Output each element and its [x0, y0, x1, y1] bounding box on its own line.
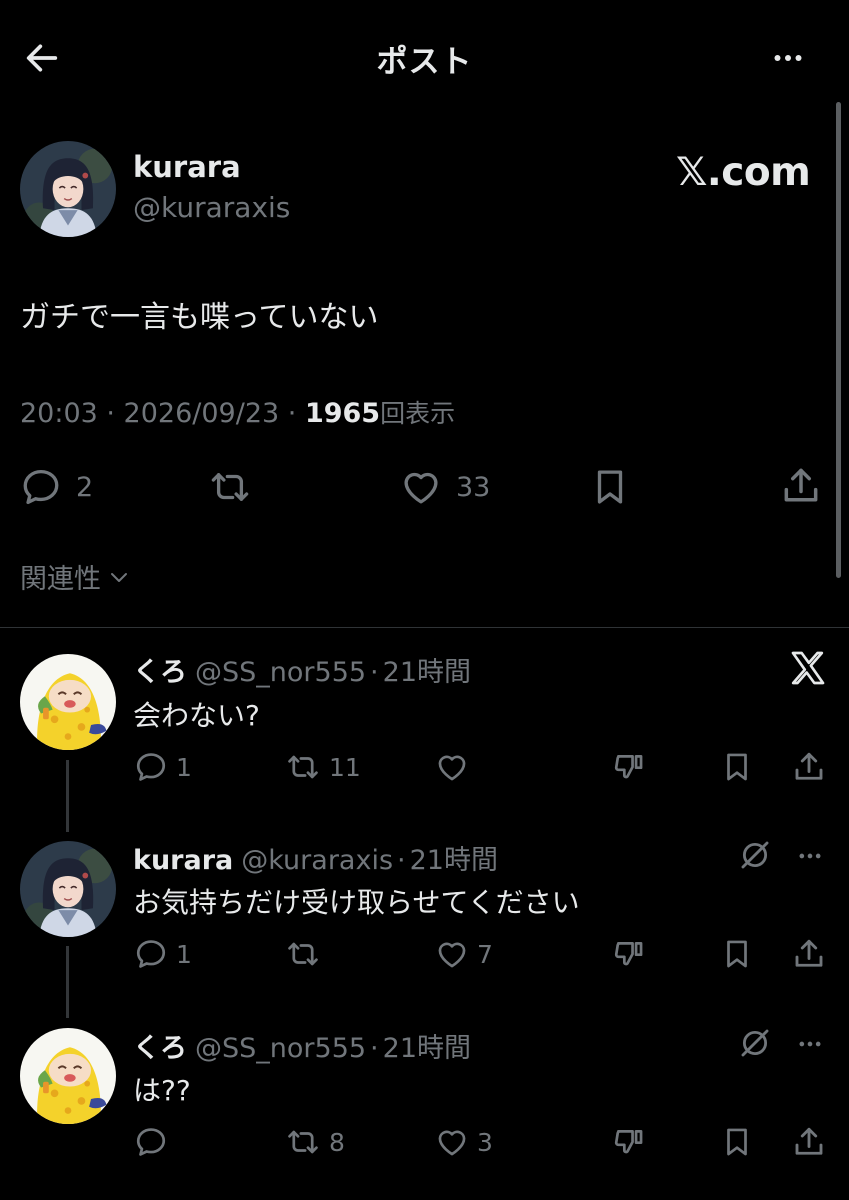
dislike-icon	[612, 750, 646, 784]
reply-name[interactable]: くろ	[133, 1033, 187, 1064]
heart-icon	[400, 466, 442, 508]
reply-icon	[134, 937, 168, 971]
repost-button[interactable]: 11	[285, 750, 361, 784]
heart-icon	[435, 937, 469, 971]
dislike-button[interactable]	[612, 1125, 646, 1159]
repost-icon	[285, 750, 321, 784]
repost-icon	[285, 1125, 321, 1159]
share-button[interactable]	[791, 936, 827, 972]
bookmark-button[interactable]	[720, 1125, 754, 1159]
bookmark-icon	[589, 466, 631, 508]
bookmark-button[interactable]	[589, 466, 631, 508]
reply-name[interactable]: くろ	[133, 657, 187, 688]
reply-avatar[interactable]	[20, 841, 116, 937]
reply-button[interactable]	[134, 1125, 176, 1159]
share-icon	[791, 749, 827, 785]
top-bar: ポスト	[0, 0, 849, 112]
like-count: 3	[477, 1127, 493, 1157]
post-meta: 20:03 · 2026/09/23 · 1965回表示	[20, 394, 455, 430]
reply-separator: ·	[370, 657, 379, 688]
bookmark-icon	[720, 1125, 754, 1159]
heart-icon	[435, 1125, 469, 1159]
bookmark-button[interactable]	[720, 937, 754, 971]
reply-icon	[134, 750, 168, 784]
like-button[interactable]: 7	[435, 937, 493, 971]
like-count: 7	[477, 939, 493, 969]
author-avatar[interactable]	[20, 141, 116, 237]
reply-count: 1	[176, 752, 192, 782]
more-options-icon[interactable]	[792, 842, 828, 870]
reply-icon	[134, 1125, 168, 1159]
dislike-button[interactable]	[612, 937, 646, 971]
repost-icon	[285, 937, 321, 971]
views-count[interactable]: 1965	[305, 398, 380, 429]
reply-time: 21時間	[382, 657, 471, 688]
share-icon	[779, 464, 823, 508]
share-button[interactable]	[791, 749, 827, 785]
share-button[interactable]	[779, 464, 823, 508]
reply-text: 会わない?	[133, 699, 260, 732]
reply-button[interactable]: 1	[134, 750, 192, 784]
heart-icon	[435, 750, 469, 784]
x-logo-icon	[788, 648, 828, 688]
dislike-button[interactable]	[612, 750, 646, 784]
reply-avatar[interactable]	[20, 654, 116, 750]
more-options-icon[interactable]	[792, 1030, 828, 1058]
dislike-icon	[612, 1125, 646, 1159]
share-button[interactable]	[791, 1124, 827, 1160]
page-title: ポスト	[376, 44, 473, 80]
reply-handle[interactable]: @SS_nor555	[195, 1033, 366, 1064]
like-button[interactable]: 33	[400, 466, 490, 508]
reply-avatar[interactable]	[20, 1028, 116, 1124]
grok-icon[interactable]	[738, 838, 772, 872]
repost-count: 8	[329, 1127, 345, 1157]
share-icon	[791, 936, 827, 972]
share-icon	[791, 1124, 827, 1160]
reply-time: 21時間	[409, 845, 498, 876]
bookmark-icon	[720, 750, 754, 784]
reply-name[interactable]: kurara	[133, 845, 233, 876]
repost-button[interactable]	[285, 937, 329, 971]
thread-line	[66, 760, 69, 832]
reply-button[interactable]: 2	[20, 466, 93, 508]
repost-button[interactable]: 8	[285, 1125, 345, 1159]
post-text: ガチで一言も喋っていない	[20, 300, 379, 335]
reply-handle[interactable]: @SS_nor555	[195, 657, 366, 688]
repost-button[interactable]	[208, 466, 266, 508]
views-label: 回表示	[380, 399, 456, 428]
author-name[interactable]: kurara	[133, 150, 241, 184]
reply-time: 21時間	[382, 1033, 471, 1064]
xcom-watermark: 𝕏.com	[676, 150, 811, 195]
reply-header: kurara @kuraraxis · 21時間	[133, 838, 498, 877]
like-button[interactable]: 3	[435, 1125, 493, 1159]
reply-header: くろ @SS_nor555 · 21時間	[133, 1026, 471, 1065]
author-handle[interactable]: @kuraraxis	[133, 191, 290, 224]
dislike-icon	[612, 937, 646, 971]
repost-count: 11	[329, 752, 361, 782]
bookmark-button[interactable]	[720, 750, 754, 784]
reply-count: 1	[176, 939, 192, 969]
reply-text: お気持ちだけ受け取らせてください	[133, 886, 580, 919]
thread-line	[66, 946, 69, 1018]
reply-separator: ·	[397, 845, 406, 876]
reply-text: は??	[133, 1074, 191, 1107]
scrollbar[interactable]	[836, 102, 841, 578]
reply-count: 2	[76, 471, 94, 503]
reply-header: くろ @SS_nor555 · 21時間	[133, 650, 471, 689]
reply-separator: ·	[370, 1033, 379, 1064]
reply-icon	[20, 466, 62, 508]
like-button[interactable]	[435, 750, 477, 784]
reply-handle[interactable]: @kuraraxis	[241, 845, 393, 876]
like-count: 33	[456, 471, 491, 503]
chevron-down-icon	[101, 565, 131, 589]
sort-dropdown[interactable]: 関連性	[20, 557, 131, 596]
reply-button[interactable]: 1	[134, 937, 192, 971]
divider	[0, 627, 849, 628]
post-timestamp: 20:03 · 2026/09/23 ·	[20, 398, 305, 429]
bookmark-icon	[720, 937, 754, 971]
more-options-icon[interactable]	[766, 40, 810, 76]
repost-icon	[208, 466, 252, 508]
sort-label: 関連性	[20, 564, 101, 595]
grok-icon[interactable]	[738, 1026, 772, 1060]
